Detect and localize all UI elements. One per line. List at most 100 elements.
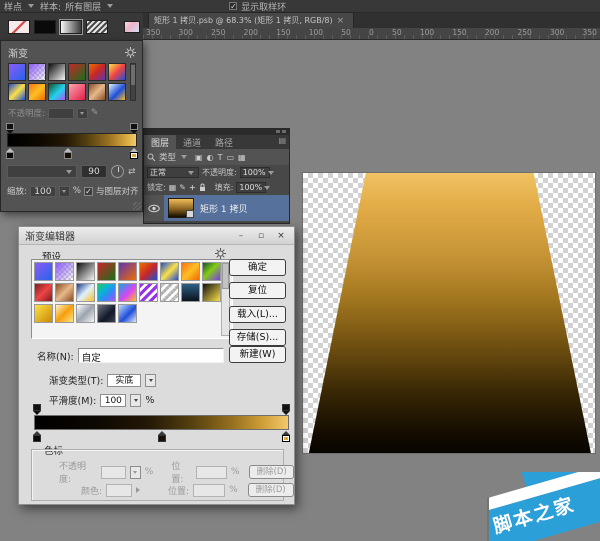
- angle-dial-icon[interactable]: [111, 165, 124, 178]
- gradient-preset-swatch[interactable]: [202, 283, 221, 302]
- gradient-preset-swatch[interactable]: [55, 304, 74, 323]
- gradient-preset-swatch[interactable]: [34, 304, 53, 323]
- gradient-preset-swatch[interactable]: [160, 283, 179, 302]
- eyedropper-icon[interactable]: ✎: [91, 108, 99, 118]
- opacity-stop[interactable]: [32, 404, 42, 415]
- fill-pattern-button[interactable]: [86, 20, 108, 34]
- lock-position-icon[interactable]: +: [189, 183, 196, 192]
- delete-opacity-stop-button[interactable]: 删除(D): [249, 465, 294, 479]
- layer-fill-field[interactable]: 100%: [236, 182, 266, 193]
- load-button[interactable]: 载入(L)...: [229, 306, 286, 323]
- gradient-preset-swatch[interactable]: [118, 304, 137, 323]
- color-stop[interactable]: [129, 148, 139, 159]
- save-button[interactable]: 存储(S)...: [229, 329, 286, 346]
- fill-solid-button[interactable]: [34, 20, 56, 34]
- scale-value-field[interactable]: 100: [30, 186, 56, 197]
- resize-grip[interactable]: [133, 202, 141, 210]
- gradient-preset-swatch[interactable]: [28, 63, 46, 81]
- color-stop[interactable]: [63, 148, 73, 159]
- eye-icon[interactable]: [148, 204, 160, 213]
- new-button[interactable]: 新建(W): [229, 346, 286, 363]
- gradient-preset-swatch[interactable]: [202, 262, 221, 281]
- gradient-preset-swatch[interactable]: [139, 283, 158, 302]
- chevron-down-icon[interactable]: [130, 466, 141, 479]
- panel-menu-icon[interactable]: ▤: [275, 135, 289, 149]
- name-input[interactable]: 自定: [78, 348, 224, 363]
- ok-button[interactable]: 确定: [229, 259, 286, 276]
- fill-gradient-button[interactable]: [60, 20, 82, 34]
- gradient-preset-swatch[interactable]: [160, 262, 179, 281]
- scrollbar-thumb[interactable]: [222, 263, 229, 289]
- editor-gradient-bar[interactable]: [34, 415, 289, 430]
- gradient-preset-swatch[interactable]: [139, 262, 158, 281]
- maximize-icon[interactable]: ▫: [254, 229, 268, 242]
- stop-position-field[interactable]: [196, 466, 227, 479]
- tab-layers[interactable]: 图层: [144, 135, 176, 149]
- lock-transparency-icon[interactable]: ▦: [169, 183, 177, 192]
- gradient-preset-swatch[interactable]: [8, 63, 26, 81]
- gradient-preset-swatch[interactable]: [76, 262, 95, 281]
- chevron-right-icon[interactable]: [136, 487, 140, 493]
- close-icon[interactable]: ×: [274, 229, 288, 242]
- lock-pixels-icon[interactable]: ✎: [179, 183, 186, 192]
- chevron-down-icon[interactable]: [107, 4, 113, 8]
- chevron-down-icon[interactable]: [77, 108, 88, 119]
- scrollbar[interactable]: [130, 63, 136, 101]
- tab-channels[interactable]: 通道: [176, 135, 208, 149]
- align-checkbox[interactable]: ✓: [84, 187, 93, 196]
- lock-all-icon[interactable]: [199, 183, 206, 192]
- reverse-icon[interactable]: ⇄: [128, 167, 136, 177]
- gradient-type-dropdown[interactable]: 实底: [107, 374, 141, 387]
- gradient-preset-swatch[interactable]: [48, 63, 66, 81]
- chevron-down-icon[interactable]: [59, 186, 70, 197]
- sample-value-dropdown[interactable]: 所有图层: [65, 0, 101, 13]
- gradient-preset-swatch[interactable]: [34, 262, 53, 281]
- gradient-preset-swatch[interactable]: [68, 83, 86, 101]
- filter-type-label[interactable]: 类型: [159, 151, 176, 163]
- gradient-bar[interactable]: [7, 133, 137, 147]
- chevron-down-icon[interactable]: [145, 374, 156, 387]
- layer-opacity-field[interactable]: 100%: [240, 167, 270, 178]
- filter-pixel-layer-icon[interactable]: ▣: [195, 153, 203, 162]
- gradient-preset-swatch[interactable]: [76, 304, 95, 323]
- filter-smart-object-icon[interactable]: ▦: [238, 153, 246, 162]
- scrollbar-thumb[interactable]: [131, 65, 135, 85]
- chevron-down-icon[interactable]: [28, 4, 34, 8]
- stop-position-field[interactable]: [193, 484, 225, 497]
- opacity-stop[interactable]: [281, 404, 291, 415]
- document-canvas[interactable]: [302, 172, 596, 454]
- gradient-preset-swatch[interactable]: [88, 83, 106, 101]
- color-stop[interactable]: [5, 148, 15, 159]
- stop-color-swatch[interactable]: [106, 484, 132, 497]
- gradient-preset-swatch[interactable]: [55, 262, 74, 281]
- gradient-preset-swatch[interactable]: [97, 262, 116, 281]
- layer-row[interactable]: 矩形 1 拷贝: [144, 195, 289, 221]
- fill-none-button[interactable]: [8, 20, 30, 34]
- show-ring-checkbox[interactable]: ✓: [229, 2, 237, 10]
- dialog-titlebar[interactable]: 渐变编辑器 – ▫ ×: [19, 227, 294, 245]
- gradient-preset-swatch[interactable]: [8, 83, 26, 101]
- gradient-preset-swatch[interactable]: [28, 83, 46, 101]
- stop-opacity-field[interactable]: [101, 466, 126, 479]
- gradient-preset-swatch[interactable]: [97, 283, 116, 302]
- gradient-preset-swatch[interactable]: [181, 283, 200, 302]
- gradient-preset-swatch[interactable]: [118, 283, 137, 302]
- delete-color-stop-button[interactable]: 删除(D): [248, 483, 294, 497]
- gradient-preset-swatch[interactable]: [108, 83, 126, 101]
- collapse-icon[interactable]: [276, 130, 280, 133]
- reset-button[interactable]: 复位: [229, 282, 286, 299]
- angle-value-field[interactable]: 90: [81, 165, 107, 178]
- gradient-preset-swatch[interactable]: [48, 83, 66, 101]
- gradient-preset-swatch[interactable]: [34, 283, 53, 302]
- gradient-style-dropdown[interactable]: [7, 165, 77, 178]
- collapse-icon[interactable]: [282, 130, 286, 133]
- gear-icon[interactable]: [215, 248, 226, 259]
- gradient-preset-swatch[interactable]: [68, 63, 86, 81]
- tab-paths[interactable]: 路径: [208, 135, 240, 149]
- filter-adjustment-layer-icon[interactable]: ◐: [207, 153, 214, 162]
- minimize-icon[interactable]: –: [234, 229, 248, 242]
- gear-icon[interactable]: [125, 47, 136, 58]
- gradient-preset-swatch[interactable]: [76, 283, 95, 302]
- gradient-preset-swatch[interactable]: [55, 283, 74, 302]
- blend-mode-dropdown[interactable]: 正常: [147, 167, 199, 178]
